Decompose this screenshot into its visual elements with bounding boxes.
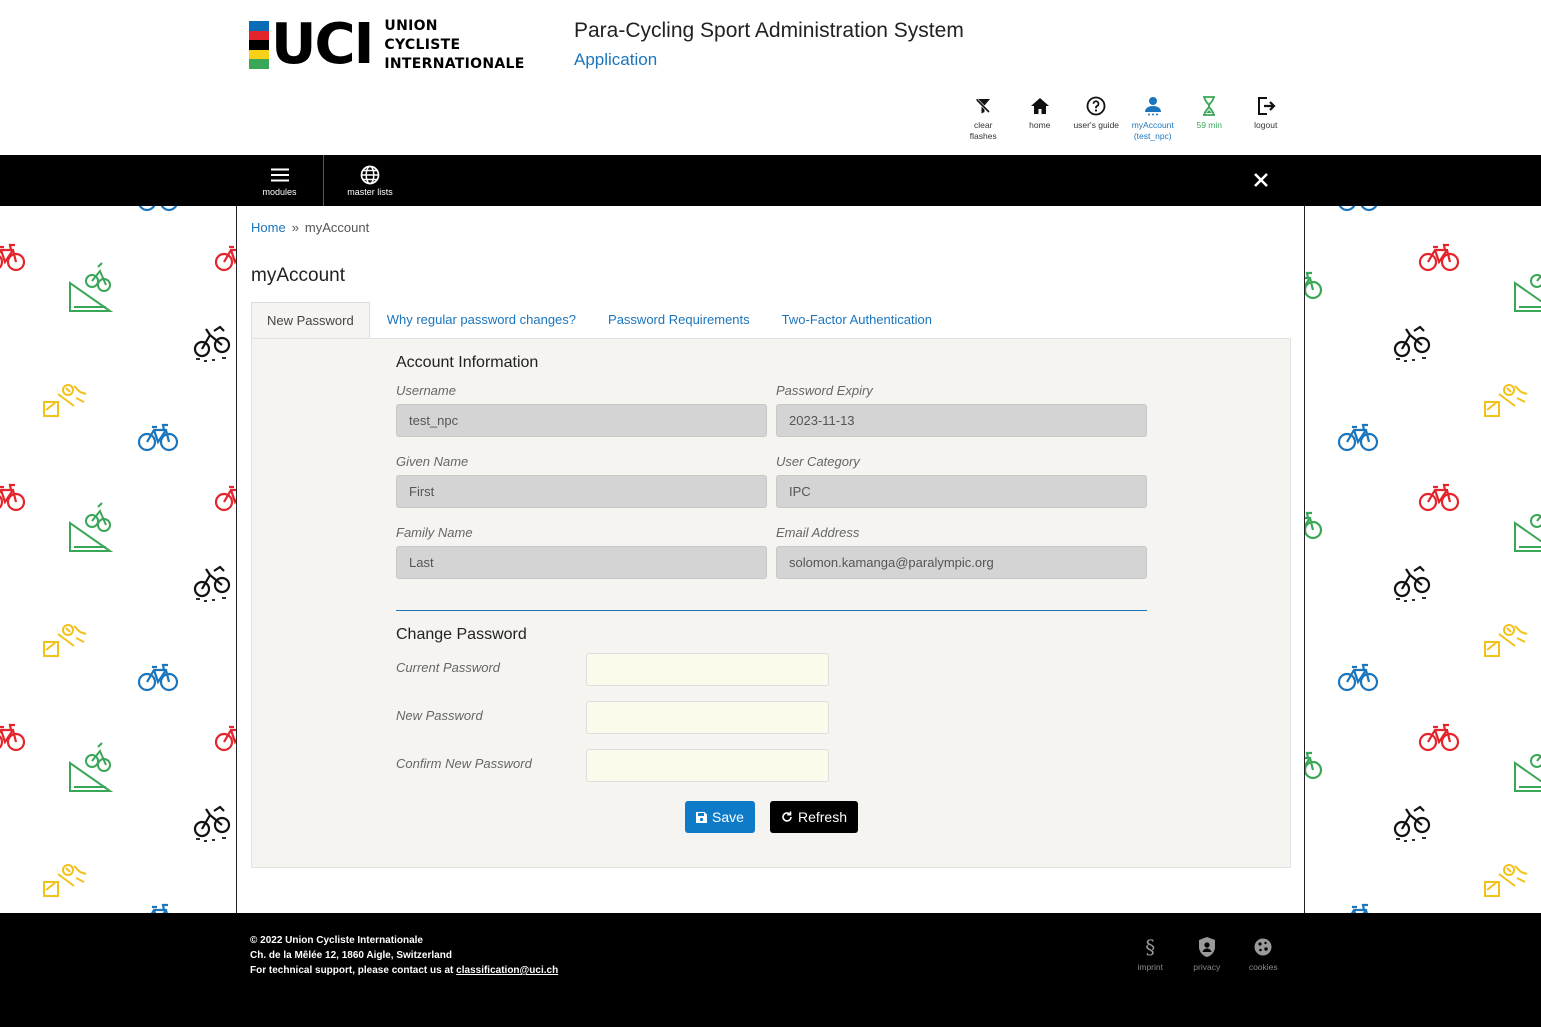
confirm-password-label: Confirm New Password bbox=[396, 756, 532, 771]
footer-address: Ch. de la Mêlée 12, 1860 Aigle, Switzerl… bbox=[250, 950, 452, 961]
footer-copyright: © 2022 Union Cycliste Internationale bbox=[250, 935, 423, 946]
password-expiry-field: 2023-11-13 bbox=[776, 404, 1147, 437]
breadcrumb-current: myAccount bbox=[304, 220, 370, 235]
logout-label: logout bbox=[1254, 120, 1278, 130]
cookies-label: cookies bbox=[1248, 962, 1278, 972]
my-account-button[interactable]: myAccount (test_npc) bbox=[1125, 95, 1182, 142]
footer-support: For technical support, please contact us… bbox=[250, 963, 558, 978]
given-name-label: Given Name bbox=[396, 454, 469, 469]
footer-info: © 2022 Union Cycliste Internationale Ch.… bbox=[250, 933, 558, 978]
clear-flashes-label-2: flashes bbox=[969, 131, 997, 141]
uci-logo-text: UNION CYCLISTE INTERNATIONALE bbox=[384, 17, 524, 74]
session-timer: 59 min bbox=[1181, 95, 1238, 142]
cycling-pattern-left bbox=[0, 206, 236, 913]
support-email-link[interactable]: classification@uci.ch bbox=[456, 965, 558, 976]
header: UCI UNION CYCLISTE INTERNATIONALE Para-C… bbox=[0, 0, 1541, 155]
save-button-label: Save bbox=[712, 809, 744, 825]
refresh-icon bbox=[781, 811, 793, 823]
new-password-panel: Account Information Username test_npc Pa… bbox=[251, 338, 1291, 868]
page-title: myAccount bbox=[251, 265, 345, 286]
tab-two-factor-authentication[interactable]: Two-Factor Authentication bbox=[767, 302, 947, 338]
new-password-label: New Password bbox=[396, 708, 483, 723]
section-sign-icon: § bbox=[1145, 935, 1156, 959]
uci-logo-stripes bbox=[249, 21, 269, 69]
privacy-label: privacy bbox=[1193, 962, 1221, 972]
modules-menu-button[interactable]: modules bbox=[236, 155, 324, 206]
master-lists-button[interactable]: master lists bbox=[325, 155, 415, 206]
toolbar: clear flashes home user's guide myAccoun… bbox=[955, 95, 1294, 142]
breadcrumb: Home » myAccount bbox=[251, 220, 369, 235]
tab-why-password-changes[interactable]: Why regular password changes? bbox=[372, 302, 591, 338]
user-icon bbox=[1125, 95, 1182, 117]
help-circle-icon bbox=[1068, 95, 1125, 117]
refresh-button-label: Refresh bbox=[797, 809, 848, 825]
home-icon bbox=[1012, 95, 1069, 117]
username-field: test_npc bbox=[396, 404, 767, 437]
nav-bar: modules master lists bbox=[0, 155, 1541, 206]
section-divider bbox=[396, 610, 1147, 611]
session-timer-label: 59 min bbox=[1196, 120, 1222, 130]
new-password-input[interactable] bbox=[586, 701, 829, 734]
main-content: Home » myAccount myAccount New Password Wh… bbox=[236, 206, 1305, 913]
shield-user-icon bbox=[1179, 935, 1236, 959]
current-password-input[interactable] bbox=[586, 653, 829, 686]
floppy-disk-icon bbox=[696, 811, 708, 823]
family-name-field: Last bbox=[396, 546, 767, 579]
user-category-field: IPC bbox=[776, 475, 1147, 508]
current-password-label: Current Password bbox=[396, 660, 501, 675]
logout-icon bbox=[1238, 95, 1295, 117]
user-category-label: User Category bbox=[776, 454, 860, 469]
logo-text-line3: INTERNATIONALE bbox=[384, 55, 525, 72]
hamburger-menu-icon bbox=[270, 165, 289, 185]
cookie-icon bbox=[1235, 935, 1292, 959]
logout-button[interactable]: logout bbox=[1238, 95, 1295, 142]
users-guide-label: user's guide bbox=[1073, 120, 1120, 130]
users-guide-button[interactable]: user's guide bbox=[1068, 95, 1125, 142]
tab-bar: New Password Why regular password change… bbox=[251, 302, 949, 339]
my-account-label: myAccount bbox=[1131, 120, 1174, 130]
imprint-link[interactable]: § imprint bbox=[1122, 935, 1179, 972]
given-name-field: First bbox=[396, 475, 767, 508]
breadcrumb-separator: » bbox=[291, 220, 299, 235]
uci-logo[interactable]: UCI UNION CYCLISTE INTERNATIONALE bbox=[249, 12, 525, 77]
home-label: home bbox=[1029, 120, 1051, 130]
master-lists-label: master lists bbox=[347, 186, 393, 197]
home-button[interactable]: home bbox=[1012, 95, 1069, 142]
family-name-label: Family Name bbox=[396, 525, 473, 540]
footer: © 2022 Union Cycliste Internationale Ch.… bbox=[0, 913, 1541, 1027]
privacy-link[interactable]: privacy bbox=[1179, 935, 1236, 972]
clear-filter-icon bbox=[955, 95, 1012, 117]
footer-support-text: For technical support, please contact us… bbox=[250, 965, 457, 976]
cookies-link[interactable]: cookies bbox=[1235, 935, 1292, 972]
close-icon[interactable] bbox=[1250, 168, 1272, 192]
breadcrumb-home-link[interactable]: Home bbox=[251, 220, 286, 235]
modules-label: modules bbox=[262, 186, 297, 197]
account-information-heading: Account Information bbox=[396, 354, 539, 371]
confirm-password-input[interactable] bbox=[586, 749, 829, 782]
logo-text-line2: CYCLISTE bbox=[384, 36, 461, 53]
system-title: Para-Cycling Sport Administration System bbox=[574, 19, 964, 42]
username-label: Username bbox=[396, 383, 456, 398]
logo-text-line1: UNION bbox=[384, 17, 438, 34]
change-password-heading: Change Password bbox=[396, 626, 527, 643]
clear-flashes-label-1: clear bbox=[974, 120, 993, 130]
tab-new-password[interactable]: New Password bbox=[251, 302, 370, 339]
email-address-field: solomon.kamanga@paralympic.org bbox=[776, 546, 1147, 579]
imprint-label: imprint bbox=[1137, 962, 1163, 972]
footer-links: § imprint privacy cookies bbox=[1122, 935, 1292, 972]
save-button[interactable]: Save bbox=[685, 801, 755, 833]
cycling-pattern-right bbox=[1305, 206, 1541, 913]
email-address-label: Email Address bbox=[776, 525, 860, 540]
clear-flashes-button[interactable]: clear flashes bbox=[955, 95, 1012, 142]
my-account-user: (test_npc) bbox=[1133, 131, 1172, 141]
hourglass-icon bbox=[1181, 95, 1238, 117]
system-subtitle: Application bbox=[574, 50, 658, 69]
uci-logo-letters: UCI bbox=[271, 12, 374, 77]
tab-password-requirements[interactable]: Password Requirements bbox=[593, 302, 765, 338]
password-expiry-label: Password Expiry bbox=[776, 383, 873, 398]
globe-icon bbox=[360, 165, 380, 185]
refresh-button[interactable]: Refresh bbox=[770, 801, 858, 833]
